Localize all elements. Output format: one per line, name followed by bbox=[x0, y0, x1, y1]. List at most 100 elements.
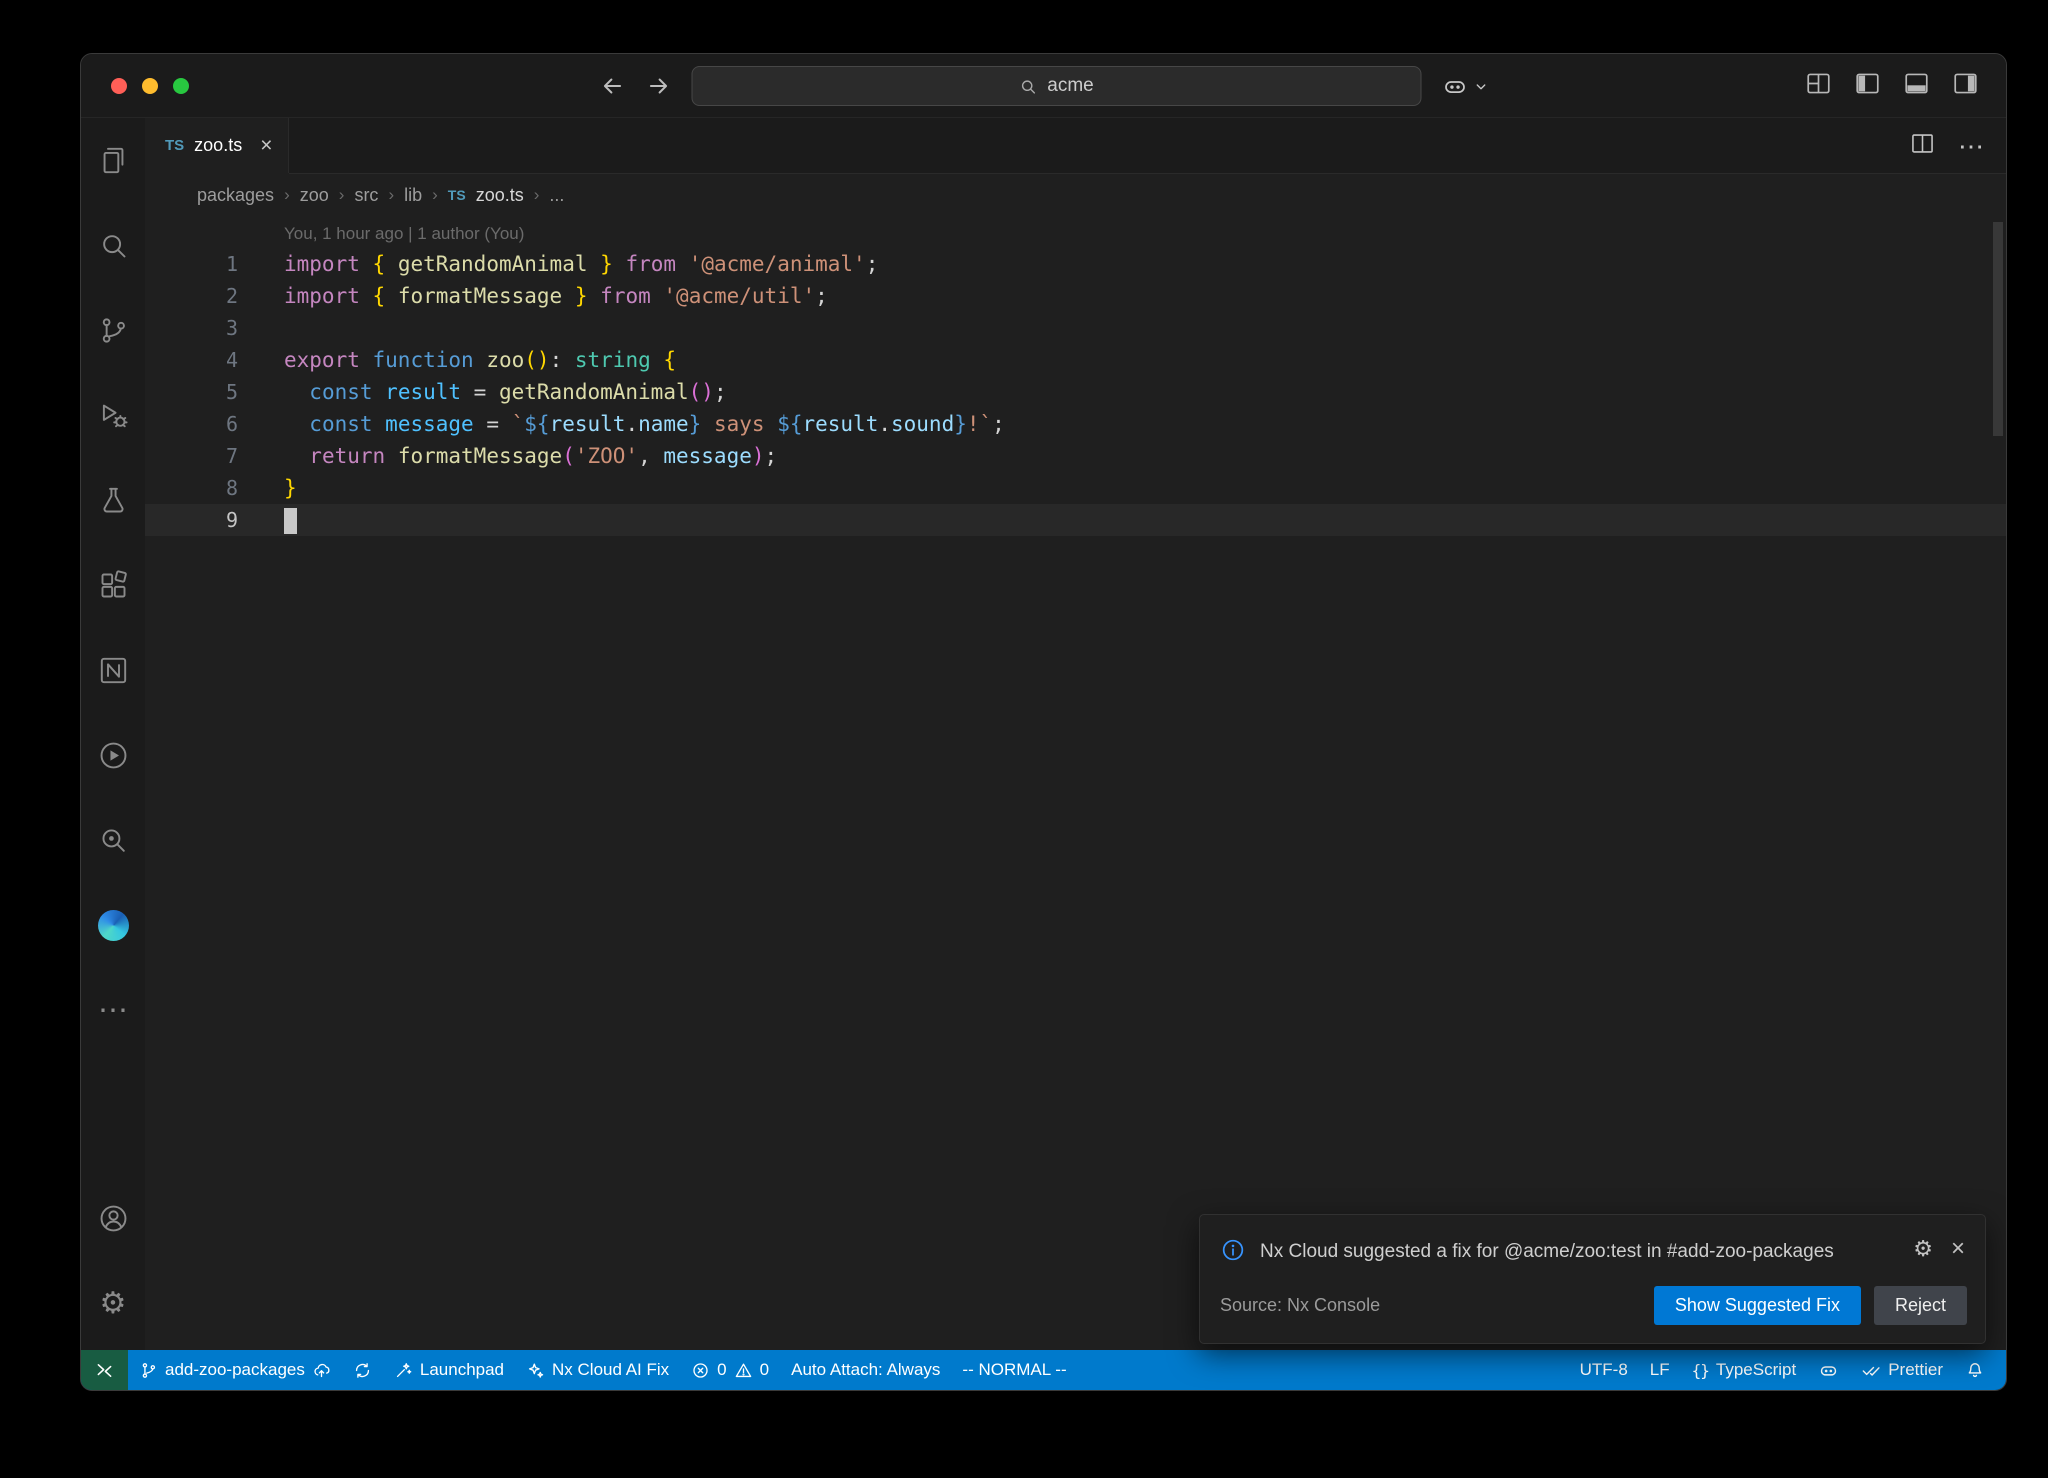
toggle-secondary-sidebar-button[interactable] bbox=[1951, 69, 1980, 103]
close-window-button[interactable] bbox=[111, 78, 127, 94]
code-line-4[interactable]: 4export function zoo(): string { bbox=[145, 344, 2006, 376]
sparkle-icon bbox=[526, 1361, 545, 1380]
language-label: TypeScript bbox=[1716, 1360, 1796, 1380]
git-blame-annotation: You, 1 hour ago | 1 author (You) bbox=[145, 220, 2006, 248]
go-forward-button[interactable] bbox=[645, 73, 671, 99]
settings-gear-icon: ⚙ bbox=[100, 1289, 127, 1319]
arrow-left-icon bbox=[599, 73, 625, 99]
copilot-menu-button[interactable] bbox=[1441, 73, 1488, 100]
activity-extensions[interactable] bbox=[81, 543, 145, 628]
activity-run-debug[interactable] bbox=[81, 373, 145, 458]
activity-settings[interactable]: ⚙ bbox=[81, 1261, 145, 1346]
typescript-file-icon: TS bbox=[448, 187, 466, 203]
problems-indicator[interactable]: 0 0 bbox=[680, 1350, 780, 1390]
toggle-panel-button[interactable] bbox=[1902, 69, 1931, 103]
minimize-window-button[interactable] bbox=[142, 78, 158, 94]
activity-source-control[interactable] bbox=[81, 288, 145, 373]
activity-testing[interactable] bbox=[81, 458, 145, 543]
show-suggested-fix-button[interactable]: Show Suggested Fix bbox=[1654, 1286, 1861, 1325]
notifications-bell[interactable] bbox=[1954, 1350, 1996, 1390]
encoding-label: UTF-8 bbox=[1580, 1360, 1628, 1380]
code-line-9[interactable]: 9 bbox=[145, 504, 2006, 536]
code-line-5[interactable]: 5 const result = getRandomAnimal(); bbox=[145, 376, 2006, 408]
activity-run-circle[interactable] bbox=[81, 713, 145, 798]
beaker-icon bbox=[97, 484, 130, 517]
launchpad-button[interactable]: Launchpad bbox=[383, 1350, 515, 1390]
command-center-search[interactable]: acme bbox=[691, 66, 1421, 106]
code-line-8[interactable]: 8} bbox=[145, 472, 2006, 504]
search-icon bbox=[1018, 77, 1037, 96]
copilot-status-item[interactable] bbox=[1807, 1350, 1850, 1390]
code-line-3[interactable]: 3 bbox=[145, 312, 2006, 344]
code-line-2[interactable]: 2import { formatMessage } from '@acme/ut… bbox=[145, 280, 2006, 312]
breadcrumb-item-symbol[interactable]: ... bbox=[549, 185, 564, 206]
customize-layout-button[interactable] bbox=[1804, 69, 1833, 103]
language-mode-item[interactable]: {} TypeScript bbox=[1681, 1350, 1808, 1390]
typescript-file-icon: TS bbox=[165, 137, 184, 154]
sync-changes-button[interactable] bbox=[342, 1350, 383, 1390]
breadcrumb-item-zoo[interactable]: zoo bbox=[300, 185, 329, 206]
go-back-button[interactable] bbox=[599, 73, 625, 99]
activity-edge-devtools[interactable] bbox=[81, 883, 145, 968]
code-line-6[interactable]: 6 const message = `${result.name} says $… bbox=[145, 408, 2006, 440]
panel-bottom-icon bbox=[1902, 69, 1931, 98]
activity-more[interactable]: ⋯ bbox=[81, 968, 145, 1053]
close-tab-icon[interactable]: × bbox=[260, 135, 272, 156]
nx-cloud-ai-fix-button[interactable]: Nx Cloud AI Fix bbox=[515, 1350, 680, 1390]
activity-search[interactable] bbox=[81, 203, 145, 288]
chevron-right-icon: › bbox=[284, 185, 290, 205]
title-bar: acme bbox=[81, 54, 2006, 118]
notification-settings-gear-icon[interactable]: ⚙ bbox=[1913, 1238, 1933, 1260]
split-editor-button[interactable] bbox=[1909, 130, 1936, 162]
activity-explorer[interactable] bbox=[81, 118, 145, 203]
more-editor-actions-icon[interactable]: ⋯ bbox=[1958, 133, 1984, 159]
encoding-item[interactable]: UTF-8 bbox=[1569, 1350, 1639, 1390]
reject-button[interactable]: Reject bbox=[1874, 1286, 1967, 1325]
activity-nx-console[interactable] bbox=[81, 628, 145, 713]
notification-toast: Nx Cloud suggested a fix for @acme/zoo:t… bbox=[1199, 1214, 1986, 1344]
sidebar-left-icon bbox=[1853, 69, 1882, 98]
breadcrumb-item-src[interactable]: src bbox=[354, 185, 378, 206]
remote-indicator[interactable] bbox=[81, 1350, 128, 1390]
notification-body: Nx Cloud suggested a fix for @acme/zoo:t… bbox=[1200, 1215, 1985, 1272]
account-icon bbox=[97, 1202, 130, 1235]
warning-count: 0 bbox=[760, 1360, 769, 1380]
command-center-text: acme bbox=[1047, 75, 1093, 97]
formatter-item[interactable]: Prettier bbox=[1850, 1350, 1954, 1390]
error-count: 0 bbox=[717, 1360, 726, 1380]
vim-mode-indicator[interactable]: -- NORMAL -- bbox=[951, 1350, 1077, 1390]
code-editor[interactable]: You, 1 hour ago | 1 author (You)1import … bbox=[145, 216, 2006, 1350]
auto-attach-item[interactable]: Auto Attach: Always bbox=[780, 1350, 951, 1390]
code-line-7[interactable]: 7 return formatMessage('ZOO', message); bbox=[145, 440, 2006, 472]
copilot-icon bbox=[1441, 73, 1468, 100]
toggle-primary-sidebar-button[interactable] bbox=[1853, 69, 1882, 103]
git-branch-item[interactable]: add-zoo-packages bbox=[128, 1350, 342, 1390]
eol-item[interactable]: LF bbox=[1639, 1350, 1681, 1390]
vim-block-cursor bbox=[284, 508, 297, 534]
branch-name: add-zoo-packages bbox=[165, 1360, 305, 1380]
git-branch-icon bbox=[139, 1361, 158, 1380]
zoom-window-button[interactable] bbox=[173, 78, 189, 94]
auto-attach-label: Auto Attach: Always bbox=[791, 1360, 940, 1380]
editor-scrollbar[interactable] bbox=[1993, 222, 2003, 436]
info-icon bbox=[1220, 1237, 1246, 1263]
breadcrumb: packages › zoo › src › lib › TS zoo.ts ›… bbox=[145, 174, 2006, 216]
tab-bar: TS zoo.ts × ⋯ bbox=[145, 118, 2006, 174]
remote-icon bbox=[94, 1360, 115, 1381]
chevron-right-icon: › bbox=[432, 185, 438, 205]
breadcrumb-item-file[interactable]: zoo.ts bbox=[476, 185, 524, 206]
error-icon bbox=[691, 1361, 710, 1380]
vim-mode-label: -- NORMAL -- bbox=[962, 1360, 1066, 1380]
window-controls bbox=[111, 54, 189, 118]
activity-account[interactable] bbox=[81, 1176, 145, 1261]
nx-cloud-ai-fix-label: Nx Cloud AI Fix bbox=[552, 1360, 669, 1380]
notification-close-icon[interactable]: × bbox=[1951, 1237, 1965, 1261]
code-line-1[interactable]: 1import { getRandomAnimal } from '@acme/… bbox=[145, 248, 2006, 280]
activity-inspect[interactable] bbox=[81, 798, 145, 883]
title-bar-center: acme bbox=[599, 54, 1488, 118]
activity-bar: ⋯ ⚙ bbox=[81, 118, 145, 1350]
breadcrumb-item-packages[interactable]: packages bbox=[197, 185, 274, 206]
breadcrumb-item-lib[interactable]: lib bbox=[404, 185, 422, 206]
tab-zoo-ts[interactable]: TS zoo.ts × bbox=[145, 118, 289, 173]
chevron-right-icon: › bbox=[388, 185, 394, 205]
